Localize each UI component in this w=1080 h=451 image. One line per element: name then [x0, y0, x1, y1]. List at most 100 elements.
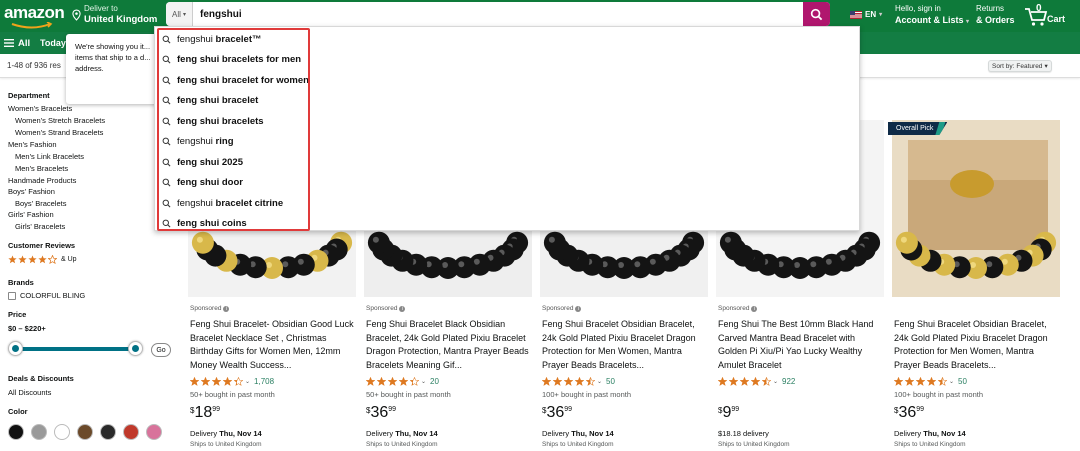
dept-mens-bracelets[interactable]: Men's Bracelets: [15, 164, 68, 173]
suggestion-item[interactable]: fengshui ring: [159, 132, 859, 153]
star-full-icon: [38, 255, 47, 264]
color-swatch[interactable]: [123, 424, 139, 440]
search-button[interactable]: [803, 2, 830, 26]
star-icon: [564, 377, 573, 386]
suggestion-item[interactable]: feng shui bracelet for women: [159, 70, 859, 91]
review-count[interactable]: 1,708: [254, 377, 274, 386]
language-label: EN: [865, 10, 877, 19]
deliver-to[interactable]: Deliver to United Kingdom: [72, 4, 157, 28]
slider-max-handle[interactable]: [128, 341, 143, 356]
search-category-select[interactable]: All ▾: [166, 2, 193, 26]
bracelet-image: [892, 120, 1060, 297]
product-rating[interactable]: ⌄ 20: [366, 377, 439, 386]
product-rating[interactable]: ⌄ 50: [894, 377, 967, 386]
ships-to: Ships to United Kingdom: [542, 441, 614, 448]
sort-dropdown[interactable]: Sort by: Featured ▾: [988, 60, 1052, 72]
nav-link-today[interactable]: Today: [40, 38, 66, 48]
chevron-down-icon: ⌄: [949, 379, 955, 385]
orders-label: & Orders: [976, 15, 1015, 25]
info-icon[interactable]: i: [751, 305, 758, 312]
search-icon: [162, 117, 171, 126]
suggestion-item[interactable]: fengshui bracelet citrine: [159, 193, 859, 214]
product-rating[interactable]: ⌄ 50: [542, 377, 615, 386]
location-pin-icon: [72, 9, 81, 21]
color-swatch[interactable]: [77, 424, 93, 440]
suggestion-item[interactable]: feng shui coins: [159, 214, 859, 235]
product-title[interactable]: Feng Shui Bracelet- Obsidian Good Luck B…: [190, 318, 356, 372]
price-go-button[interactable]: Go: [151, 343, 171, 357]
dept-girls-fashion[interactable]: Girls' Fashion: [8, 210, 54, 219]
review-count[interactable]: 50: [606, 377, 615, 386]
info-icon[interactable]: i: [399, 305, 406, 312]
amazon-logo[interactable]: amazon: [4, 3, 65, 29]
price-slider[interactable]: [0, 341, 164, 356]
star-icon: [740, 377, 749, 386]
product-rating[interactable]: ⌄ 1,708: [190, 377, 274, 386]
dept-mens-link-bracelets[interactable]: Men's Link Bracelets: [15, 152, 84, 161]
reviews-filter-4-up[interactable]: & Up: [8, 255, 77, 264]
suggestion-item[interactable]: feng shui bracelet: [159, 91, 859, 112]
delivery-info: $18.18 delivery: [718, 429, 769, 438]
bought-past-month: 50+ bought in past month: [190, 390, 275, 399]
product-title[interactable]: Feng Shui The Best 10mm Black Hand Carve…: [718, 318, 884, 372]
dept-womens-strand-bracelets[interactable]: Women's Strand Bracelets: [15, 128, 103, 137]
star-icon: [762, 377, 771, 386]
color-swatch[interactable]: [100, 424, 116, 440]
returns-orders[interactable]: Returns & Orders: [976, 4, 1015, 26]
dept-womens-stretch-bracelets[interactable]: Women's Stretch Bracelets: [15, 116, 105, 125]
overall-pick-label: Overall Pick: [896, 125, 934, 132]
suggestion-item[interactable]: feng shui door: [159, 173, 859, 194]
slider-min-handle[interactable]: [8, 341, 23, 356]
chevron-down-icon: ⌄: [597, 379, 603, 385]
review-count[interactable]: 50: [958, 377, 967, 386]
star-icon: [201, 377, 210, 386]
product-price: $18 99: [190, 404, 221, 421]
star-icon: [927, 377, 936, 386]
language-selector[interactable]: EN ▾: [850, 10, 882, 19]
reviews-heading: Customer Reviews: [8, 241, 76, 250]
dept-womens-bracelets[interactable]: Women's Bracelets: [8, 104, 72, 113]
suggestion-item[interactable]: fengshui bracelet™: [159, 29, 859, 50]
deals-all-discounts[interactable]: All Discounts: [8, 388, 51, 397]
all-menu-button[interactable]: All: [0, 38, 34, 49]
review-count[interactable]: 922: [782, 377, 795, 386]
color-swatch[interactable]: [31, 424, 47, 440]
dept-boys-bracelets[interactable]: Boys' Bracelets: [15, 199, 66, 208]
dept-boys-fashion[interactable]: Boys' Fashion: [8, 187, 55, 196]
dept-handmade-products[interactable]: Handmade Products: [8, 176, 76, 185]
checkbox[interactable]: [8, 291, 16, 300]
info-icon[interactable]: i: [575, 305, 582, 312]
logo-smile-icon: [11, 22, 53, 29]
suggestion-item[interactable]: feng shui bracelets: [159, 111, 859, 132]
star-empty-icon: [48, 255, 57, 264]
account-lists[interactable]: Hello, sign in Account & Lists ▾: [895, 4, 969, 28]
sort-label: Sort by:: [992, 62, 1015, 70]
dept-girls-bracelets[interactable]: Girls' Bracelets: [15, 222, 65, 231]
star-icon: [575, 377, 584, 386]
us-flag-icon: [850, 10, 862, 19]
product-title[interactable]: Feng Shui Bracelet Obsidian Bracelet, 24…: [894, 318, 1060, 372]
account-greeting: Hello, sign in: [895, 4, 941, 13]
product-card[interactable]: Feng Shui Bracelet Obsidian Bracelet, 24…: [892, 120, 1060, 451]
product-image[interactable]: [892, 120, 1060, 297]
suggestion-item[interactable]: feng shui bracelets for men: [159, 50, 859, 71]
deliver-popover: We're showing you it... items that ship …: [66, 34, 166, 104]
search-bar: All ▾: [166, 2, 830, 26]
product-title[interactable]: Feng Shui Bracelet Obsidian Bracelet, 24…: [542, 318, 708, 372]
search-icon: [162, 199, 171, 208]
ships-to: Ships to United Kingdom: [190, 441, 262, 448]
search-input[interactable]: [196, 2, 796, 26]
color-swatch[interactable]: [54, 424, 70, 440]
cart-button[interactable]: 0 Cart: [1024, 3, 1076, 28]
review-count[interactable]: 20: [430, 377, 439, 386]
suggestion-item[interactable]: feng shui 2025: [159, 152, 859, 173]
color-swatch[interactable]: [8, 424, 24, 440]
caret-down-icon: ▾: [966, 19, 970, 25]
product-rating[interactable]: ⌄ 922: [718, 377, 795, 386]
brand-filter-colorful-bling[interactable]: COLORFUL BLING: [8, 291, 85, 300]
color-swatch[interactable]: [146, 424, 162, 440]
star-icon: [751, 377, 760, 386]
dept-mens-fashion[interactable]: Men's Fashion: [8, 140, 57, 149]
product-title[interactable]: Feng Shui Bracelet Black Obsidian Bracel…: [366, 318, 532, 372]
info-icon[interactable]: i: [223, 305, 230, 312]
